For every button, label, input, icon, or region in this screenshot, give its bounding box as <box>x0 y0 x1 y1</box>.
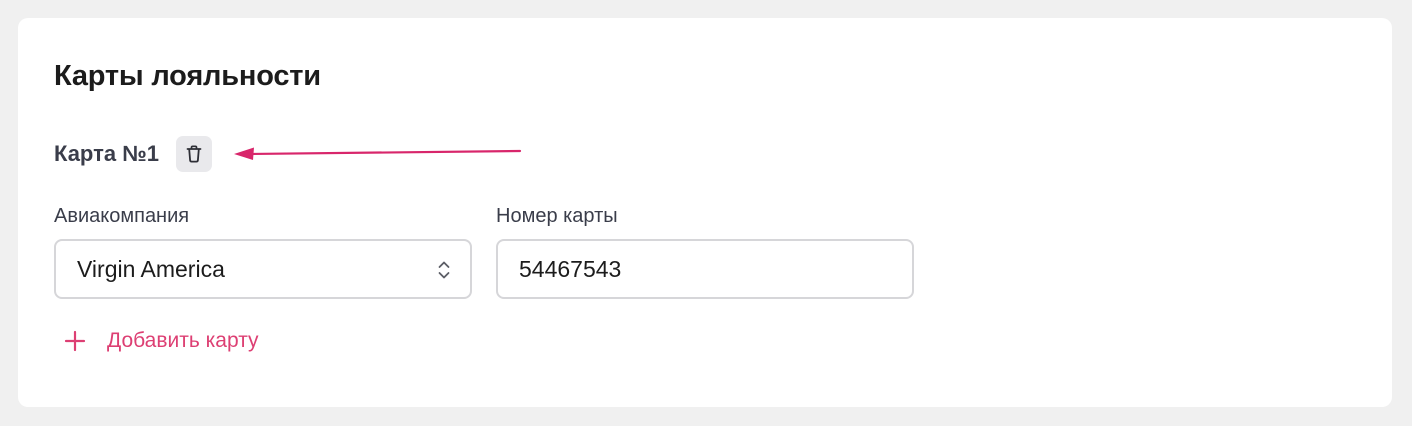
loyalty-cards-panel: Карты лояльности Карта №1 Авиакомпания V… <box>18 18 1392 407</box>
trash-icon <box>186 145 202 163</box>
loyalty-card-header: Карта №1 <box>54 136 212 172</box>
loyalty-card-label: Карта №1 <box>54 141 159 166</box>
add-card-label: Добавить карту <box>107 329 259 352</box>
delete-card-button[interactable] <box>175 136 212 172</box>
add-card-button[interactable]: Добавить карту <box>64 326 259 356</box>
card-number-value: 54467543 <box>519 255 622 282</box>
section-title: Карты лояльности <box>54 60 321 92</box>
annotation-arrow <box>234 147 522 160</box>
airline-select-value: Virgin America <box>77 255 225 282</box>
airline-select[interactable]: Virgin America <box>54 239 472 299</box>
airline-label: Авиакомпания <box>54 205 190 227</box>
card-number-label: Номер карты <box>496 205 618 227</box>
card-number-input[interactable]: 54467543 <box>496 239 914 299</box>
chevron-up-down-icon <box>438 261 450 279</box>
plus-icon <box>64 330 86 352</box>
